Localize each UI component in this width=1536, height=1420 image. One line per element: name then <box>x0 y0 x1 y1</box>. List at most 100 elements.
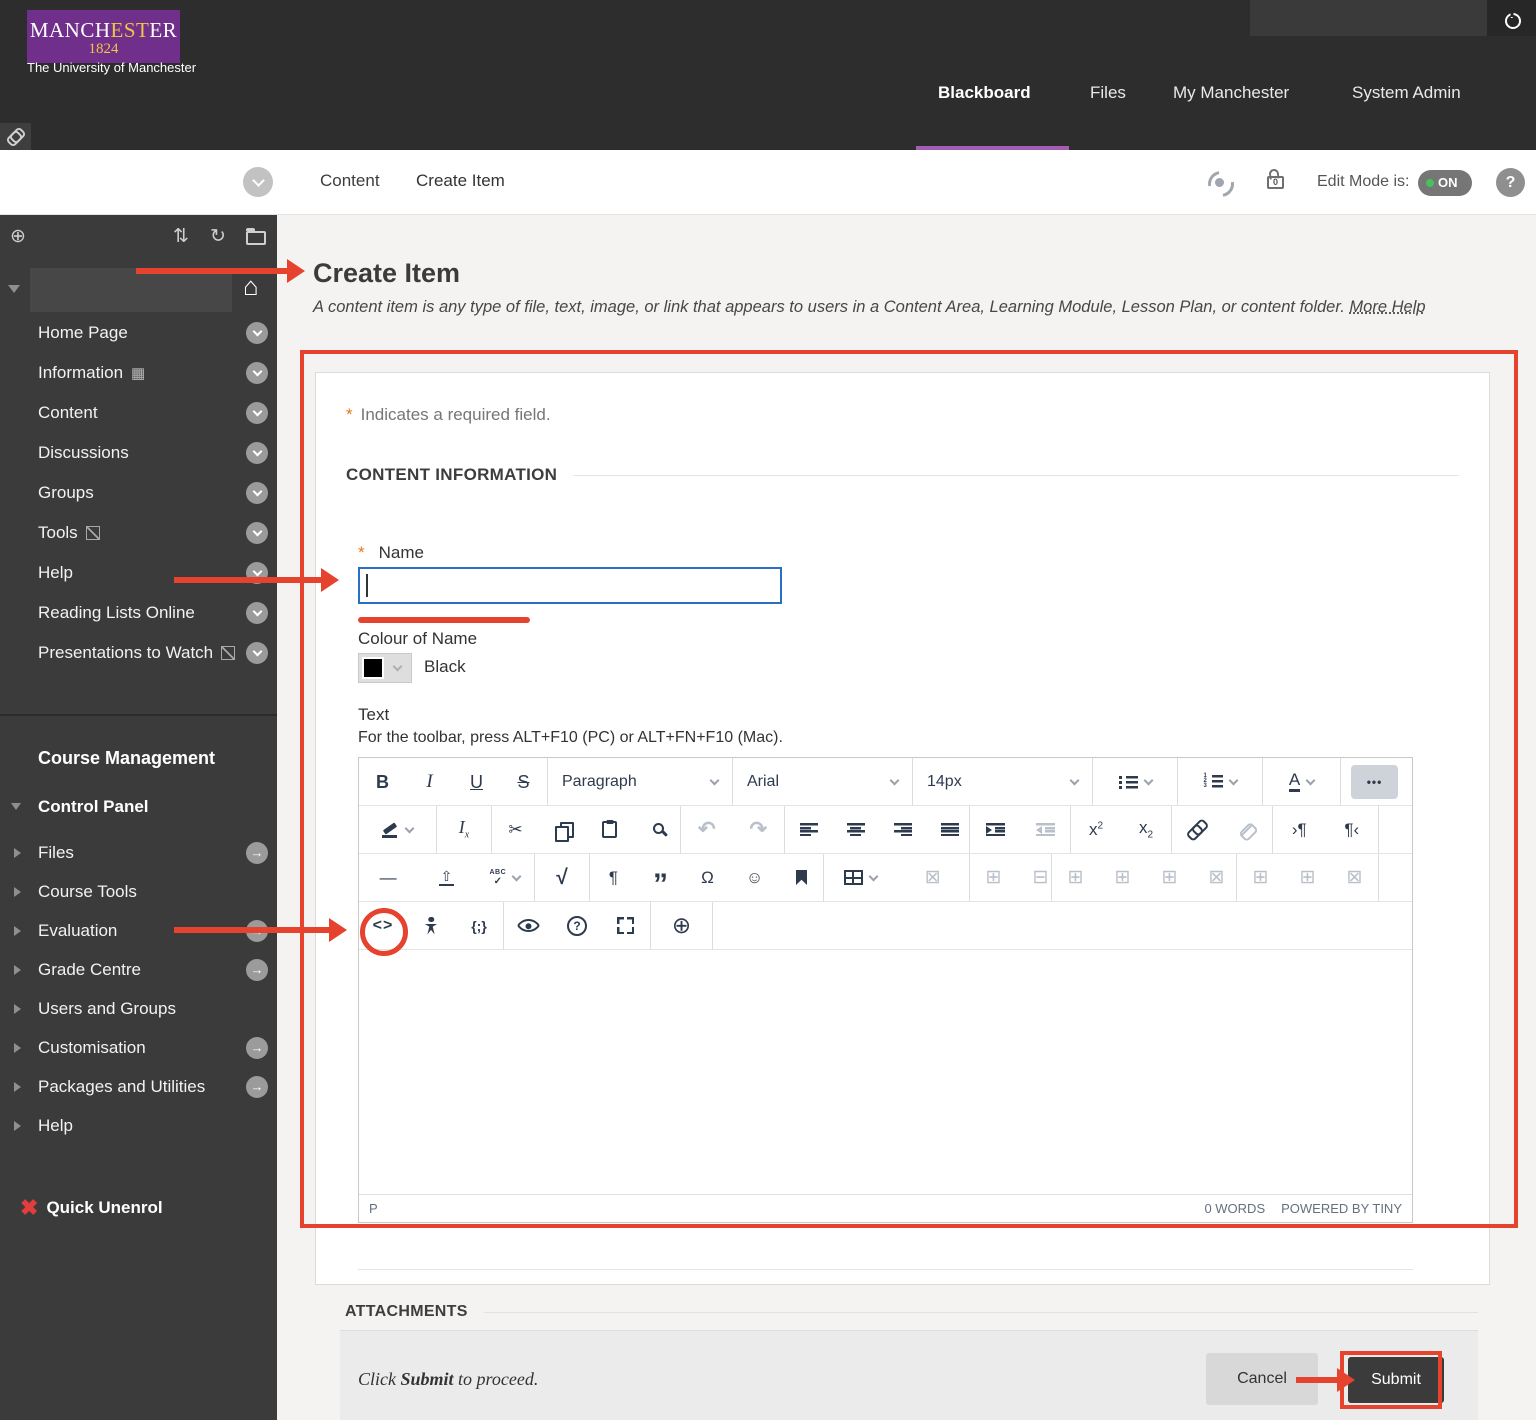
folder-icon[interactable] <box>246 228 266 245</box>
font-select-button[interactable]: Arial <box>733 758 912 805</box>
align-right-button[interactable] <box>879 806 926 853</box>
sidebar-item-presentations-to-watch[interactable]: Presentations to Watch <box>0 633 277 673</box>
control-panel-item-help[interactable]: Help <box>0 1106 277 1145</box>
home-icon[interactable]: ⌂ <box>243 271 259 302</box>
emoticons-button[interactable]: ☺ <box>731 854 778 901</box>
tab-blackboard[interactable]: Blackboard <box>938 83 1031 103</box>
anchor-button[interactable] <box>778 854 825 901</box>
remove-link-button[interactable] <box>1222 806 1272 853</box>
outdent-button[interactable] <box>1020 806 1070 853</box>
add-content-button[interactable]: ⊕ <box>651 902 712 949</box>
sidebar-item-content[interactable]: Content <box>0 393 277 433</box>
course-title-redacted[interactable] <box>30 268 232 312</box>
tab-my-manchester[interactable]: My Manchester <box>1173 83 1289 103</box>
permalink-button[interactable] <box>0 123 31 150</box>
chevron-down-icon[interactable] <box>246 322 268 344</box>
insert-content-button[interactable]: ⇧ <box>417 854 475 901</box>
sidebar-item-help[interactable]: Help <box>0 553 277 593</box>
logout-button[interactable] <box>1487 0 1536 36</box>
lock-icon[interactable]: 0 <box>1267 168 1284 189</box>
control-panel-item-customisation[interactable]: Customisation → <box>0 1028 277 1067</box>
header-search-area[interactable] <box>1250 0 1487 36</box>
editor-content-area[interactable] <box>359 950 1412 1194</box>
delete-row-button[interactable]: ⊞ <box>1146 854 1193 901</box>
insert-column-right-button[interactable]: ⊞ <box>1284 854 1331 901</box>
chevron-down-icon[interactable] <box>246 522 268 544</box>
cut-button[interactable]: ✂ <box>492 806 539 853</box>
numbered-list-button[interactable] <box>1178 758 1262 805</box>
chevron-down-icon[interactable] <box>246 642 268 664</box>
insert-link-button[interactable] <box>1172 806 1222 853</box>
control-panel-item-course-tools[interactable]: Course Tools <box>0 872 277 911</box>
preview-button[interactable] <box>504 902 553 949</box>
blockquote-button[interactable]: ” <box>637 854 684 901</box>
help-button[interactable]: ? <box>1496 168 1525 197</box>
sidebar-item-discussions[interactable]: Discussions <box>0 433 277 473</box>
university-logo[interactable]: MANCHESTER 1824 <box>27 10 180 63</box>
format-select-button[interactable]: Paragraph <box>548 758 732 805</box>
chevron-down-icon[interactable] <box>246 362 268 384</box>
text-color-button[interactable]: A <box>1263 758 1340 805</box>
student-preview-icon[interactable] <box>1206 170 1236 194</box>
edit-mode-toggle[interactable]: ON <box>1418 170 1472 196</box>
bullet-list-button[interactable] <box>1093 758 1177 805</box>
control-panel-toggle[interactable]: Control Panel <box>0 795 277 827</box>
strikethrough-button[interactable]: S <box>500 758 547 805</box>
clear-formatting-button[interactable]: Ix <box>437 806 491 853</box>
subscript-button[interactable]: x2 <box>1121 806 1171 853</box>
redo-button[interactable]: ↷ <box>733 806 785 853</box>
more-help-link[interactable]: More Help <box>1349 298 1425 316</box>
breadcrumb-expand-icon[interactable] <box>243 167 273 197</box>
cancel-button[interactable]: Cancel <box>1206 1353 1318 1405</box>
colour-dropdown-icon[interactable] <box>384 661 411 672</box>
chevron-down-icon[interactable] <box>246 562 268 584</box>
highlight-button[interactable] <box>359 806 436 853</box>
editor-help-button[interactable]: ? <box>553 902 602 949</box>
row-menu-button[interactable]: ⊠ <box>1193 854 1240 901</box>
special-character-button[interactable]: Ω <box>684 854 731 901</box>
accessibility-checker-button[interactable] <box>407 902 455 949</box>
undo-button[interactable]: ↶ <box>681 806 733 853</box>
insert-column-left-button[interactable]: ⊞ <box>1237 854 1284 901</box>
reorder-icon[interactable]: ⇅ <box>173 225 189 248</box>
add-menu-item-icon[interactable]: ⊕ <box>10 225 26 248</box>
horizontal-line-button[interactable]: — <box>359 854 417 901</box>
align-justify-button[interactable] <box>926 806 973 853</box>
search-button[interactable] <box>633 806 680 853</box>
insert-row-above-button[interactable]: ⊞ <box>1052 854 1099 901</box>
quick-unenrol-button[interactable]: ✖ Quick Unenrol <box>20 1195 163 1221</box>
indent-button[interactable] <box>970 806 1020 853</box>
breadcrumb-content[interactable]: Content <box>320 171 380 191</box>
open-in-new-arrow-icon[interactable]: → <box>246 919 268 942</box>
underline-button[interactable]: U <box>453 758 500 805</box>
delete-table-button[interactable]: ⊠ <box>897 854 970 901</box>
control-panel-item-packages-and-utilities[interactable]: Packages and Utilities → <box>0 1067 277 1106</box>
element-path[interactable]: P <box>369 1201 378 1216</box>
paste-button[interactable] <box>586 806 633 853</box>
refresh-icon[interactable]: ↻ <box>210 225 226 248</box>
align-left-button[interactable] <box>785 806 832 853</box>
align-center-button[interactable] <box>832 806 879 853</box>
submit-button[interactable]: Submit <box>1348 1357 1444 1403</box>
show-invisibles-button[interactable]: ¶ <box>590 854 637 901</box>
tab-system-admin[interactable]: System Admin <box>1352 83 1461 103</box>
math-editor-button[interactable]: √ <box>535 854 589 901</box>
name-input[interactable] <box>358 567 782 604</box>
fontsize-select-button[interactable]: 14px <box>913 758 1092 805</box>
chevron-down-icon[interactable] <box>246 402 268 424</box>
chevron-down-icon[interactable] <box>246 442 268 464</box>
sidebar-item-reading-lists-online[interactable]: Reading Lists Online <box>0 593 277 633</box>
open-in-new-arrow-icon[interactable]: → <box>246 958 268 981</box>
chevron-down-icon[interactable] <box>246 602 268 624</box>
fullscreen-button[interactable] <box>601 902 650 949</box>
colour-picker[interactable] <box>358 653 412 683</box>
sidebar-item-home-page[interactable]: Home Page <box>0 313 277 353</box>
collapse-course-menu-icon[interactable] <box>8 285 20 293</box>
sidebar-item-tools[interactable]: Tools <box>0 513 277 553</box>
more-tools-button[interactable]: ••• <box>1351 764 1398 799</box>
control-panel-item-evaluation[interactable]: Evaluation → <box>0 911 277 950</box>
insert-table-button[interactable] <box>824 854 897 901</box>
superscript-button[interactable]: x2 <box>1071 806 1121 853</box>
bold-button[interactable]: B <box>359 758 406 805</box>
sidebar-item-groups[interactable]: Groups <box>0 473 277 513</box>
